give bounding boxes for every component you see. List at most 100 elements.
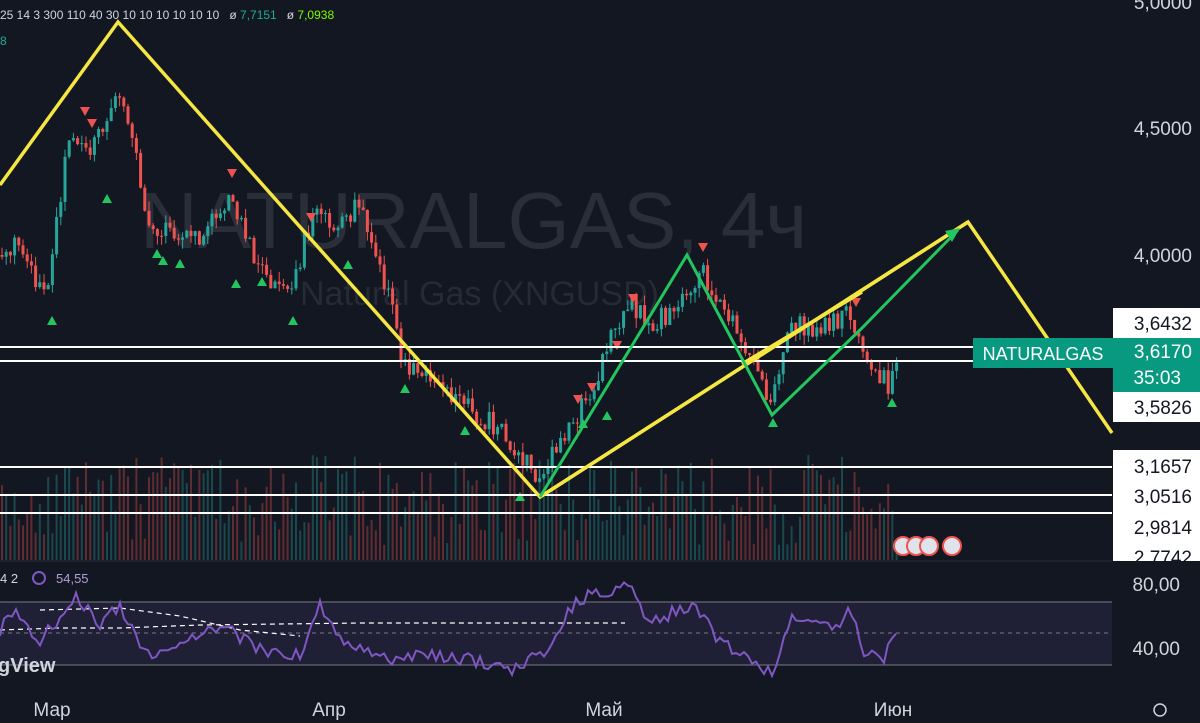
volume-bar bbox=[794, 542, 797, 560]
volume-bar bbox=[866, 514, 869, 560]
symbol-label: NATURALGAS bbox=[983, 344, 1104, 364]
candle-body bbox=[92, 137, 96, 155]
volume-bar bbox=[484, 530, 486, 560]
candle-body bbox=[214, 213, 218, 219]
volume-bar bbox=[362, 491, 365, 560]
volume-bar bbox=[76, 476, 79, 560]
candle-body bbox=[626, 309, 630, 312]
brand-logo-text: gView bbox=[0, 655, 56, 677]
rsi-params: 4 2 bbox=[0, 571, 18, 586]
candle-body bbox=[563, 437, 567, 441]
candle-body bbox=[399, 328, 403, 362]
candle-body bbox=[298, 267, 302, 270]
candle-body bbox=[113, 96, 117, 109]
candle-body bbox=[844, 306, 848, 311]
volume-bar bbox=[647, 506, 650, 560]
volume-bar bbox=[379, 462, 381, 560]
candle-body bbox=[853, 320, 857, 333]
candle-body bbox=[596, 380, 600, 391]
rsi-value: 54,55 bbox=[56, 571, 89, 586]
candle-body bbox=[710, 290, 714, 296]
volume-bar bbox=[118, 468, 121, 560]
volume-bar bbox=[55, 474, 58, 560]
event-flags[interactable] bbox=[893, 536, 962, 556]
candle-body bbox=[651, 323, 655, 331]
us-flag-icon bbox=[942, 536, 962, 556]
price-chart[interactable]: NATURALGAS, 4ч Natural Gas (XNGUSD) 5,00… bbox=[0, 0, 1200, 723]
volume-bar bbox=[740, 507, 743, 560]
candle-body bbox=[462, 395, 466, 404]
volume-bar bbox=[114, 510, 117, 560]
candle-body bbox=[727, 309, 731, 322]
level-label: 3,6432 bbox=[1134, 314, 1192, 335]
volume-bar bbox=[34, 532, 37, 560]
level-label: 2,9814 bbox=[1134, 518, 1193, 539]
volume-bar bbox=[790, 526, 793, 560]
volume-bar bbox=[1, 485, 3, 560]
candle-body bbox=[286, 285, 290, 289]
time-tick-label: Мар bbox=[33, 700, 70, 721]
candle-body bbox=[483, 424, 487, 430]
candle-body bbox=[500, 423, 504, 427]
candle-body bbox=[265, 264, 269, 275]
volume-bar bbox=[164, 486, 167, 560]
candle-body bbox=[176, 238, 180, 240]
volume-bar bbox=[601, 521, 604, 560]
volume-bar bbox=[408, 493, 411, 560]
volume-bar bbox=[874, 528, 877, 560]
candle-body bbox=[550, 446, 554, 467]
candle-body bbox=[42, 282, 46, 290]
volume-bar bbox=[706, 514, 709, 560]
candle-body bbox=[118, 96, 122, 98]
volume-bar bbox=[433, 536, 436, 560]
volume-bar bbox=[51, 533, 54, 560]
volume-bar bbox=[110, 474, 113, 560]
volume-bar bbox=[555, 489, 558, 560]
candle-body bbox=[689, 292, 693, 296]
volume-bar bbox=[878, 503, 881, 560]
candle-body bbox=[281, 284, 285, 286]
volume-bar bbox=[26, 512, 29, 560]
candle-body bbox=[223, 210, 227, 214]
candle-body bbox=[151, 225, 155, 230]
candle-body bbox=[336, 227, 340, 231]
candle-body bbox=[491, 411, 495, 435]
volume-bar bbox=[274, 521, 276, 560]
volume-bar bbox=[799, 516, 801, 560]
volume-bar bbox=[286, 497, 289, 560]
volume-bar bbox=[265, 486, 268, 560]
volume-bar bbox=[404, 507, 407, 560]
volume-bar bbox=[841, 456, 843, 560]
volume-bar bbox=[101, 480, 104, 560]
candle-body bbox=[277, 281, 281, 285]
volume-bar bbox=[391, 488, 394, 560]
candle-body bbox=[248, 237, 252, 239]
volume-bar bbox=[883, 508, 885, 560]
candle-body bbox=[63, 156, 67, 202]
candle-body bbox=[685, 293, 689, 296]
candle-body bbox=[420, 372, 424, 376]
candle-body bbox=[17, 237, 21, 246]
volume-bar bbox=[358, 492, 360, 560]
volume-bar bbox=[93, 493, 96, 560]
candle-body bbox=[29, 261, 33, 266]
candle-body bbox=[197, 231, 201, 245]
candle-body bbox=[46, 284, 50, 290]
volume-bar bbox=[345, 471, 348, 560]
volume-bar bbox=[610, 460, 612, 560]
candle-body bbox=[773, 384, 777, 403]
volume-bar bbox=[160, 457, 163, 560]
volume-bar bbox=[505, 499, 507, 560]
volume-bar bbox=[374, 530, 377, 560]
volume-bar bbox=[752, 543, 755, 560]
volume-bar bbox=[97, 479, 100, 560]
volume-bar bbox=[206, 470, 209, 560]
volume-bar bbox=[471, 485, 474, 560]
candle-body bbox=[827, 317, 831, 331]
candle-body bbox=[617, 327, 621, 329]
volume-bar bbox=[643, 524, 646, 560]
volume-bar bbox=[412, 491, 415, 560]
candle-body bbox=[777, 374, 781, 385]
volume-bar bbox=[723, 523, 726, 560]
volume-bar bbox=[22, 525, 24, 560]
